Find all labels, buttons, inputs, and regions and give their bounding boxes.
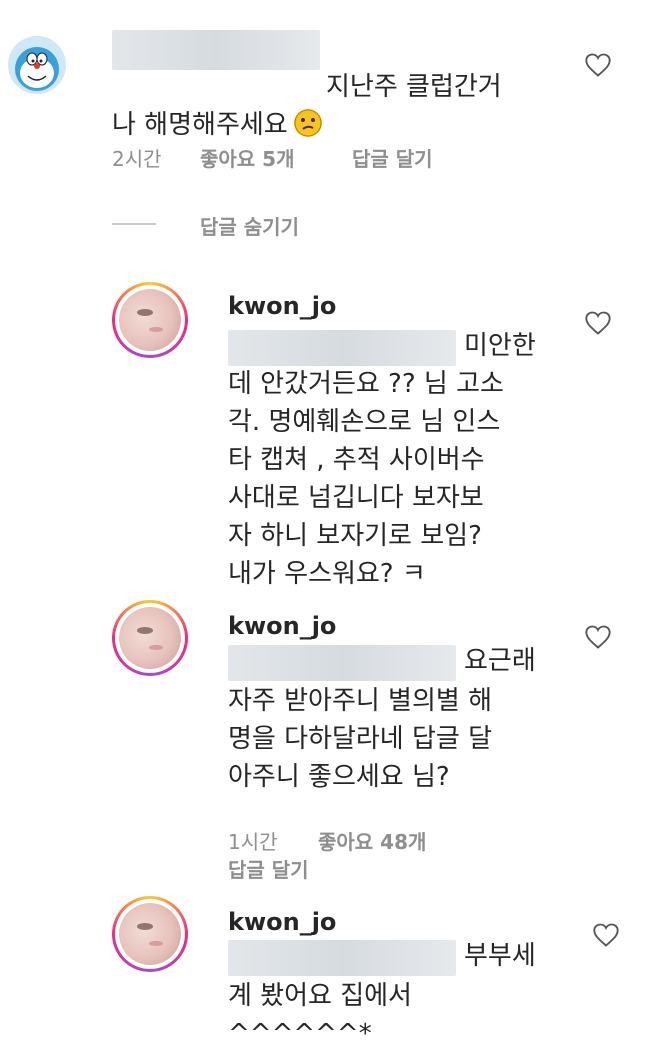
redacted-mention xyxy=(228,940,456,976)
reply-username[interactable]: kwon_jo xyxy=(228,612,336,640)
comment-time: 2시간 xyxy=(112,147,162,171)
reply-text-first: 미안한 xyxy=(464,331,536,361)
reply-button[interactable]: 답글 달기 xyxy=(228,854,309,883)
redacted-mention xyxy=(228,330,456,366)
hide-replies-button[interactable]: 답글 숨기기 xyxy=(200,211,299,240)
reply-text: 자주 받아주니 별의별 해 명을 다하달라네 답글 달 아주니 좋으세요 님? xyxy=(228,686,492,792)
reply-avatar[interactable] xyxy=(112,600,188,676)
like-heart-icon[interactable] xyxy=(592,922,620,948)
replies-divider xyxy=(112,223,156,225)
confused-face-emoji-icon xyxy=(293,109,322,137)
comment-text: 지난주 클럽간거 나 해명해주세요 xyxy=(112,30,582,144)
reply-username[interactable]: kwon_jo xyxy=(228,908,336,936)
doraemon-avatar-icon xyxy=(8,36,66,94)
reply-text: 계 봤어요 집에서 ^^^^^^* xyxy=(228,981,412,1049)
comment-likes[interactable]: 좋아요 5개 xyxy=(200,143,294,172)
reply-button[interactable]: 답글 달기 xyxy=(352,143,433,172)
commenter-avatar[interactable] xyxy=(8,36,66,94)
reply-text-first: 요근래 xyxy=(464,646,536,676)
redacted-mention xyxy=(228,645,456,681)
reply-likes[interactable]: 좋아요 48개 xyxy=(318,826,426,855)
reply-time: 1시간 xyxy=(228,830,278,854)
reply-avatar[interactable] xyxy=(112,896,188,972)
reply-text-first: 부부세 xyxy=(464,941,536,971)
like-heart-icon[interactable] xyxy=(584,310,612,336)
reply-avatar[interactable] xyxy=(112,282,188,358)
like-heart-icon[interactable] xyxy=(584,52,612,78)
reply-text: 데 안갔거든요 ?? 님 고소 각. 명예훼손으로 님 인스 타 캡쳐 , 추적… xyxy=(228,369,504,589)
like-heart-icon[interactable] xyxy=(584,624,612,650)
reply-username[interactable]: kwon_jo xyxy=(228,292,336,320)
